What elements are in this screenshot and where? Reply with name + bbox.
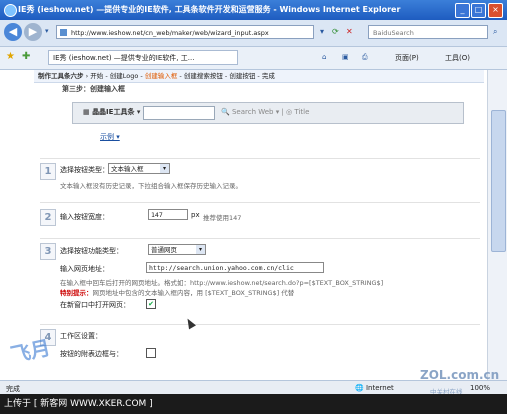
refresh-icon[interactable]: ⟳ xyxy=(332,27,339,36)
preview-input xyxy=(143,106,215,120)
vertical-scrollbar[interactable] xyxy=(487,70,507,380)
home-icon[interactable]: ⌂ xyxy=(322,53,326,61)
section-button-width: 2 输入按钮宽度： 147 px 推荐使用147 xyxy=(40,202,480,233)
scrollbar-thumb[interactable] xyxy=(491,110,506,252)
favorites-star-icon[interactable]: ★ xyxy=(6,51,15,62)
watermark-zol: ZOL.com.cn xyxy=(420,368,500,382)
ie-logo-icon xyxy=(4,4,17,17)
feeds-icon[interactable]: ▣ xyxy=(342,53,349,61)
search-icon[interactable]: ⌕ xyxy=(493,27,497,37)
url-label: 输入网页地址： xyxy=(60,265,109,273)
close-button[interactable]: × xyxy=(488,3,503,18)
search-input[interactable]: BaiduSearch xyxy=(368,25,488,39)
page-icon xyxy=(60,29,67,36)
toolbar-preview: ▦ 晶晶IE工具条 ▾ 🔍 Search Web ▾ | ◎ Title xyxy=(72,102,464,124)
special-note: 特别提示：网页地址中包含的文本输入框内容，用 [$TEXT_BOX_STRING… xyxy=(60,289,295,297)
example-link[interactable]: 示例 ▾ xyxy=(100,132,120,142)
tools-menu[interactable]: 工具(O) xyxy=(445,53,470,63)
step-link[interactable]: 创建Logo xyxy=(110,72,139,80)
section-number: 1 xyxy=(40,163,56,180)
section-workspace: 4 工作区设置： 按钮的附表边框与： xyxy=(40,324,480,369)
section-number: 3 xyxy=(40,243,56,260)
tab-bar: ★ ✚ IE秀 (ieshow.net) —提供专业的IE软件, 工... ⌂ … xyxy=(0,47,507,70)
status-text: 完成 xyxy=(6,385,20,393)
preview-search-button: 🔍 Search Web ▾ | ◎ Title xyxy=(221,108,310,116)
zoom-level[interactable]: 100% xyxy=(470,384,490,392)
address-input[interactable]: http://www.ieshow.net/cn_web/maker/web/w… xyxy=(56,25,314,39)
history-dropdown-icon[interactable]: ▾ xyxy=(45,27,49,35)
step-link[interactable]: 完成 xyxy=(262,72,275,80)
button-width-input[interactable]: 147 xyxy=(148,209,188,220)
address-dropdown-icon[interactable]: ▾ xyxy=(320,27,324,36)
title-bar: IE秀 (ieshow.net) —提供专业的IE软件, 工具条软件开发和运营服… xyxy=(0,0,507,20)
function-type-select[interactable]: 普通网页 ▾ xyxy=(148,244,206,255)
section-function-type: 3 选择按钮功能类型： 普通网页 ▾ 输入网页地址： http://search.… xyxy=(40,238,480,315)
stop-icon[interactable]: ✕ xyxy=(346,27,353,36)
forward-button[interactable]: ▶ xyxy=(24,23,42,41)
step-link[interactable]: 开始 xyxy=(90,72,103,80)
url-hint: 在输入框中回车后打开的网页地址。格式如：http://www.ieshow.ne… xyxy=(60,279,384,287)
section-number: 2 xyxy=(40,209,56,226)
button-width-label: 输入按钮宽度： xyxy=(60,213,109,221)
url-input[interactable]: http://search.union.yahoo.com.cn/clic xyxy=(146,262,324,273)
maximize-button[interactable]: □ xyxy=(471,3,486,18)
step-link[interactable]: 创建搜索按钮 xyxy=(184,72,223,80)
button-type-hint: 文本输入框没有历史记录，下拉组合输入框保存历史输入记录。 xyxy=(60,182,242,190)
address-toolbar: ◀ ▶ ▾ http://www.ieshow.net/cn_web/maker… xyxy=(0,20,507,47)
step-current: 创建输入框 xyxy=(144,72,178,80)
page-menu[interactable]: 页面(P) xyxy=(395,53,419,63)
add-favorite-icon[interactable]: ✚ xyxy=(22,51,30,62)
button-type-select[interactable]: 文本输入框 ▾ xyxy=(108,163,170,174)
new-window-label: 在新窗口中打开网页： xyxy=(60,301,130,309)
steps-heading: 制作工具条六步 xyxy=(38,72,84,80)
print-icon[interactable]: ⎙ xyxy=(362,53,368,62)
step-link[interactable]: 创建按钮 xyxy=(229,72,255,80)
button-width-hint: 推荐使用147 xyxy=(203,214,242,222)
border-option-checkbox[interactable] xyxy=(146,348,156,358)
preview-toolbar-name: ▦ 晶晶IE工具条 ▾ xyxy=(83,108,141,116)
new-window-checkbox[interactable]: ✔ xyxy=(146,299,156,309)
url-text: http://www.ieshow.net/cn_web/maker/web/w… xyxy=(71,29,269,37)
steps-breadcrumb: 制作工具条六步 › 开始 - 创建Logo - 创建输入框 - 创建搜索按钮 -… xyxy=(34,70,484,83)
function-type-label: 选择按钮功能类型： xyxy=(60,247,123,255)
tab-current[interactable]: IE秀 (ieshow.net) —提供专业的IE软件, 工... xyxy=(48,50,238,65)
back-button[interactable]: ◀ xyxy=(4,23,22,41)
section-button-type: 1 选择按钮类型： 文本输入框 ▾ 文本输入框没有历史记录，下拉组合输入框保存历史… xyxy=(40,158,480,197)
minimize-button[interactable]: _ xyxy=(455,3,470,18)
tab-label: IE秀 (ieshow.net) —提供专业的IE软件, 工... xyxy=(53,54,195,62)
upload-banner: 上传于 [ 新客网 WWW.XKER.COM ] xyxy=(0,394,507,414)
unit-label: px xyxy=(191,211,200,219)
step-title: 第三步：创建输入框 xyxy=(62,85,125,93)
window-title: IE秀 (ieshow.net) —提供专业的IE软件, 工具条软件开发和运营服… xyxy=(18,5,401,14)
internet-zone: 🌐 Internet xyxy=(355,384,394,392)
button-type-label: 选择按钮类型： xyxy=(60,166,109,174)
